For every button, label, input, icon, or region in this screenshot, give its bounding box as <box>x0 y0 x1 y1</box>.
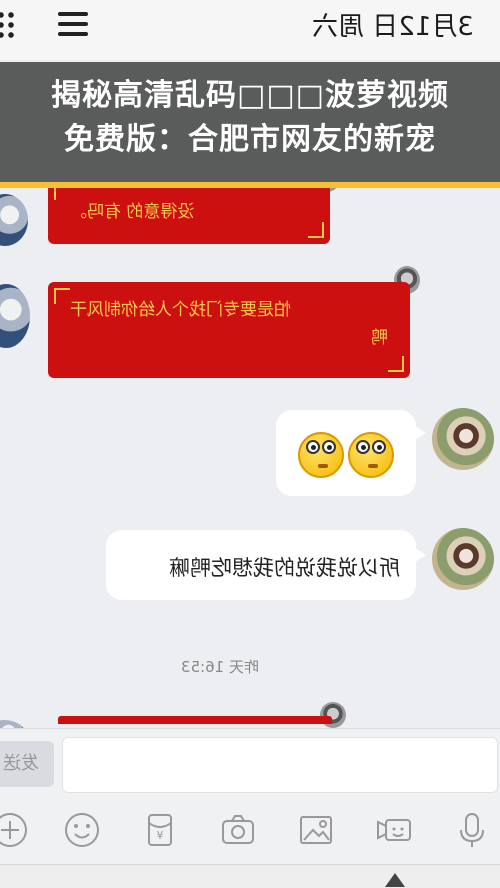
chat-area[interactable]: 没得意的 有吗。 怕是要专门找个人给你制风干 鸭 所以说我说的我想吃鸭嘛 昨天 … <box>0 188 500 728</box>
message-text: 没得意的 有吗。 <box>70 202 195 222</box>
message-input[interactable] <box>62 737 498 793</box>
plus-icon[interactable] <box>0 810 30 850</box>
top-bar: 3月12日 周六 <box>0 0 500 60</box>
bubble-tail <box>412 424 426 442</box>
red-packet-icon[interactable]: ¥ <box>140 810 180 850</box>
avatar[interactable] <box>432 528 494 590</box>
message-text: 鸭 <box>371 328 388 348</box>
avatar[interactable] <box>0 284 30 348</box>
system-nav-bar <box>0 864 500 888</box>
emoji-message[interactable] <box>276 410 416 496</box>
emoji-icon[interactable] <box>62 810 102 850</box>
date-label: 3月12日 周六 <box>312 12 474 42</box>
svg-text:¥: ¥ <box>157 829 164 842</box>
avatar[interactable] <box>0 720 26 728</box>
avatar[interactable] <box>0 194 28 246</box>
headline-line-1: 揭秘高清乱码□□□波萝视频 <box>50 78 450 113</box>
avatar[interactable] <box>432 408 494 470</box>
bubble-tail <box>412 546 426 564</box>
headline-banner: 揭秘高清乱码□□□波萝视频 免费版：合肥市网友的新宠 <box>0 62 500 188</box>
avatar[interactable] <box>320 702 346 728</box>
red-card-message[interactable] <box>58 716 332 724</box>
microphone-icon[interactable] <box>452 810 492 850</box>
emoji-icon <box>298 432 344 478</box>
message-text: 怕是要专门找个人给你制风干 <box>70 300 291 320</box>
red-card-message[interactable]: 没得意的 有吗。 <box>48 188 330 244</box>
input-bar: 发送 <box>0 728 500 798</box>
red-card-message[interactable]: 怕是要专门找个人给你制风干 鸭 <box>48 282 410 378</box>
message-text: 所以说我说的我想吃鸭嘛 <box>169 556 400 580</box>
input-toolbar: ¥ <box>0 798 500 864</box>
text-message[interactable]: 所以说我说的我想吃鸭嘛 <box>106 530 416 600</box>
image-icon[interactable] <box>296 810 336 850</box>
timestamp: 昨天 16:53 <box>181 658 259 676</box>
menu-icon[interactable] <box>58 12 88 38</box>
video-icon[interactable] <box>374 810 414 850</box>
back-icon[interactable] <box>385 873 405 887</box>
apps-grid-icon[interactable] <box>0 10 18 40</box>
headline-line-2: 免费版：合肥市网友的新宠 <box>64 122 436 157</box>
send-button[interactable]: 发送 <box>0 741 54 787</box>
emoji-icon <box>348 432 394 478</box>
camera-icon[interactable] <box>218 810 258 850</box>
